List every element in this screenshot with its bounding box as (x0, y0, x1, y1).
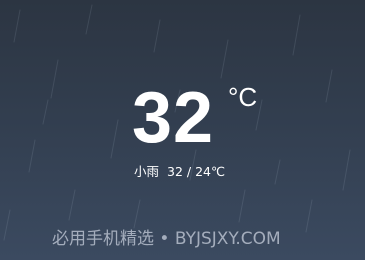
temperature-range: 32 / 24℃ (167, 164, 226, 179)
temperature-unit: °C (228, 82, 258, 112)
weather-condition: 小雨 (134, 164, 160, 179)
current-temperature: 32 (132, 78, 215, 158)
weather-summary: 小雨 32 / 24℃ (134, 162, 225, 182)
watermark: 必用手机精选 • BYJSJXY.COM (52, 229, 281, 249)
temperature-display: 32 °C (132, 78, 282, 158)
